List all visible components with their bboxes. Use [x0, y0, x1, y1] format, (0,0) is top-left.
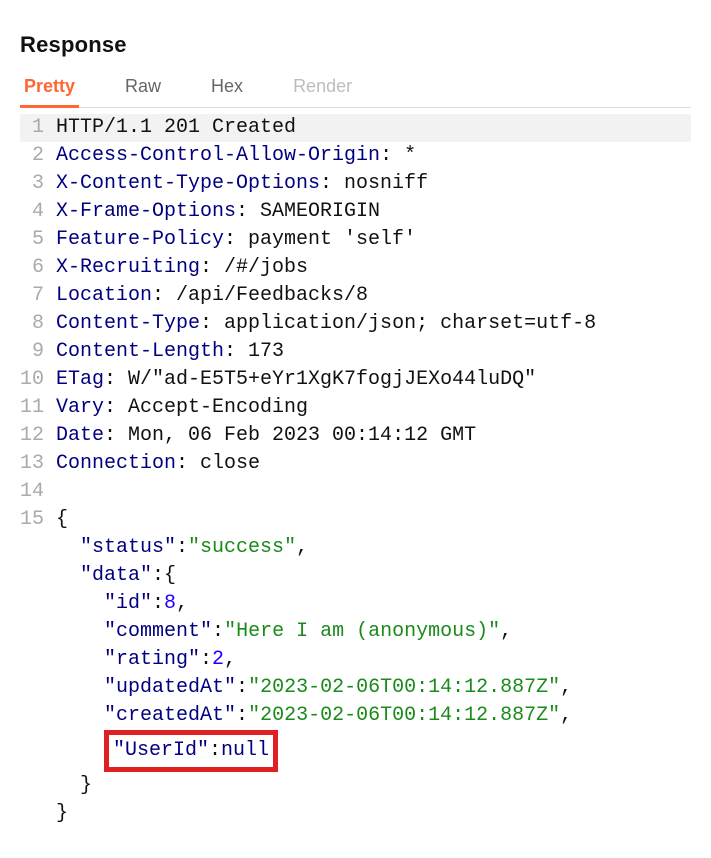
- line-content: Access-Control-Allow-Origin: *: [50, 142, 691, 170]
- line-content: HTTP/1.1 201 Created: [50, 114, 691, 142]
- line-number: 4: [20, 198, 50, 226]
- view-tabs: Pretty Raw Hex Render: [20, 76, 691, 108]
- line-number: 3: [20, 170, 50, 198]
- code-line: 8Content-Type: application/json; charset…: [20, 310, 691, 338]
- line-content: X-Frame-Options: SAMEORIGIN: [50, 198, 691, 226]
- tab-pretty[interactable]: Pretty: [22, 76, 77, 107]
- line-content: X-Recruiting: /#/jobs: [50, 254, 691, 282]
- code-line: 6X-Recruiting: /#/jobs: [20, 254, 691, 282]
- line-content: Vary: Accept-Encoding: [50, 394, 691, 422]
- code-line: 7Location: /api/Feedbacks/8: [20, 282, 691, 310]
- line-number: 1: [20, 114, 50, 142]
- code-line: "UserId":null: [20, 730, 691, 772]
- tab-raw[interactable]: Raw: [123, 76, 163, 107]
- code-line: 14: [20, 478, 691, 506]
- code-line: "rating":2,: [20, 646, 691, 674]
- code-line: "comment":"Here I am (anonymous)",: [20, 618, 691, 646]
- line-content: "id":8,: [50, 590, 691, 618]
- line-number: 10: [20, 366, 50, 394]
- line-content: Content-Type: application/json; charset=…: [50, 310, 691, 338]
- code-line: 3X-Content-Type-Options: nosniff: [20, 170, 691, 198]
- line-number: 13: [20, 450, 50, 478]
- line-number: 9: [20, 338, 50, 366]
- code-line: 10ETag: W/"ad-E5T5+eYr1XgK7fogjJEXo44luD…: [20, 366, 691, 394]
- line-number: 15: [20, 506, 50, 534]
- line-number: 12: [20, 422, 50, 450]
- response-body[interactable]: 1HTTP/1.1 201 Created2Access-Control-All…: [20, 114, 691, 828]
- line-content: "comment":"Here I am (anonymous)",: [50, 618, 691, 646]
- line-content: Location: /api/Feedbacks/8: [50, 282, 691, 310]
- code-line: }: [20, 772, 691, 800]
- code-line: "updatedAt":"2023-02-06T00:14:12.887Z",: [20, 674, 691, 702]
- highlight-box: "UserId":null: [104, 730, 278, 772]
- line-content: "updatedAt":"2023-02-06T00:14:12.887Z",: [50, 674, 691, 702]
- line-content: Feature-Policy: payment 'self': [50, 226, 691, 254]
- line-content: Content-Length: 173: [50, 338, 691, 366]
- line-number: 2: [20, 142, 50, 170]
- line-number: 8: [20, 310, 50, 338]
- line-content: }: [50, 772, 691, 800]
- line-content: Connection: close: [50, 450, 691, 478]
- code-line: 12Date: Mon, 06 Feb 2023 00:14:12 GMT: [20, 422, 691, 450]
- line-content: "UserId":null: [50, 730, 691, 772]
- code-line: 13Connection: close: [20, 450, 691, 478]
- code-line: 4X-Frame-Options: SAMEORIGIN: [20, 198, 691, 226]
- line-content: ETag: W/"ad-E5T5+eYr1XgK7fogjJEXo44luDQ": [50, 366, 691, 394]
- code-line: "data":{: [20, 562, 691, 590]
- code-line: 2Access-Control-Allow-Origin: *: [20, 142, 691, 170]
- line-content: "data":{: [50, 562, 691, 590]
- code-line: 15{: [20, 506, 691, 534]
- line-number: 5: [20, 226, 50, 254]
- code-line: "id":8,: [20, 590, 691, 618]
- line-number: 11: [20, 394, 50, 422]
- tab-render[interactable]: Render: [291, 76, 354, 107]
- line-content: }: [50, 800, 691, 828]
- panel-title: Response: [20, 32, 691, 58]
- line-number: 14: [20, 478, 50, 506]
- code-line: "createdAt":"2023-02-06T00:14:12.887Z",: [20, 702, 691, 730]
- line-content: "status":"success",: [50, 534, 691, 562]
- line-content: "createdAt":"2023-02-06T00:14:12.887Z",: [50, 702, 691, 730]
- code-line: 5Feature-Policy: payment 'self': [20, 226, 691, 254]
- response-panel: Response Pretty Raw Hex Render 1HTTP/1.1 20…: [0, 0, 711, 858]
- line-content: X-Content-Type-Options: nosniff: [50, 170, 691, 198]
- line-content: {: [50, 506, 691, 534]
- code-line: "status":"success",: [20, 534, 691, 562]
- code-line: 11Vary: Accept-Encoding: [20, 394, 691, 422]
- line-number: 6: [20, 254, 50, 282]
- code-line: 9Content-Length: 173: [20, 338, 691, 366]
- line-content: [50, 478, 691, 506]
- line-content: "rating":2,: [50, 646, 691, 674]
- code-line: }: [20, 800, 691, 828]
- code-line: 1HTTP/1.1 201 Created: [20, 114, 691, 142]
- line-content: Date: Mon, 06 Feb 2023 00:14:12 GMT: [50, 422, 691, 450]
- line-number: 7: [20, 282, 50, 310]
- tab-hex[interactable]: Hex: [209, 76, 245, 107]
